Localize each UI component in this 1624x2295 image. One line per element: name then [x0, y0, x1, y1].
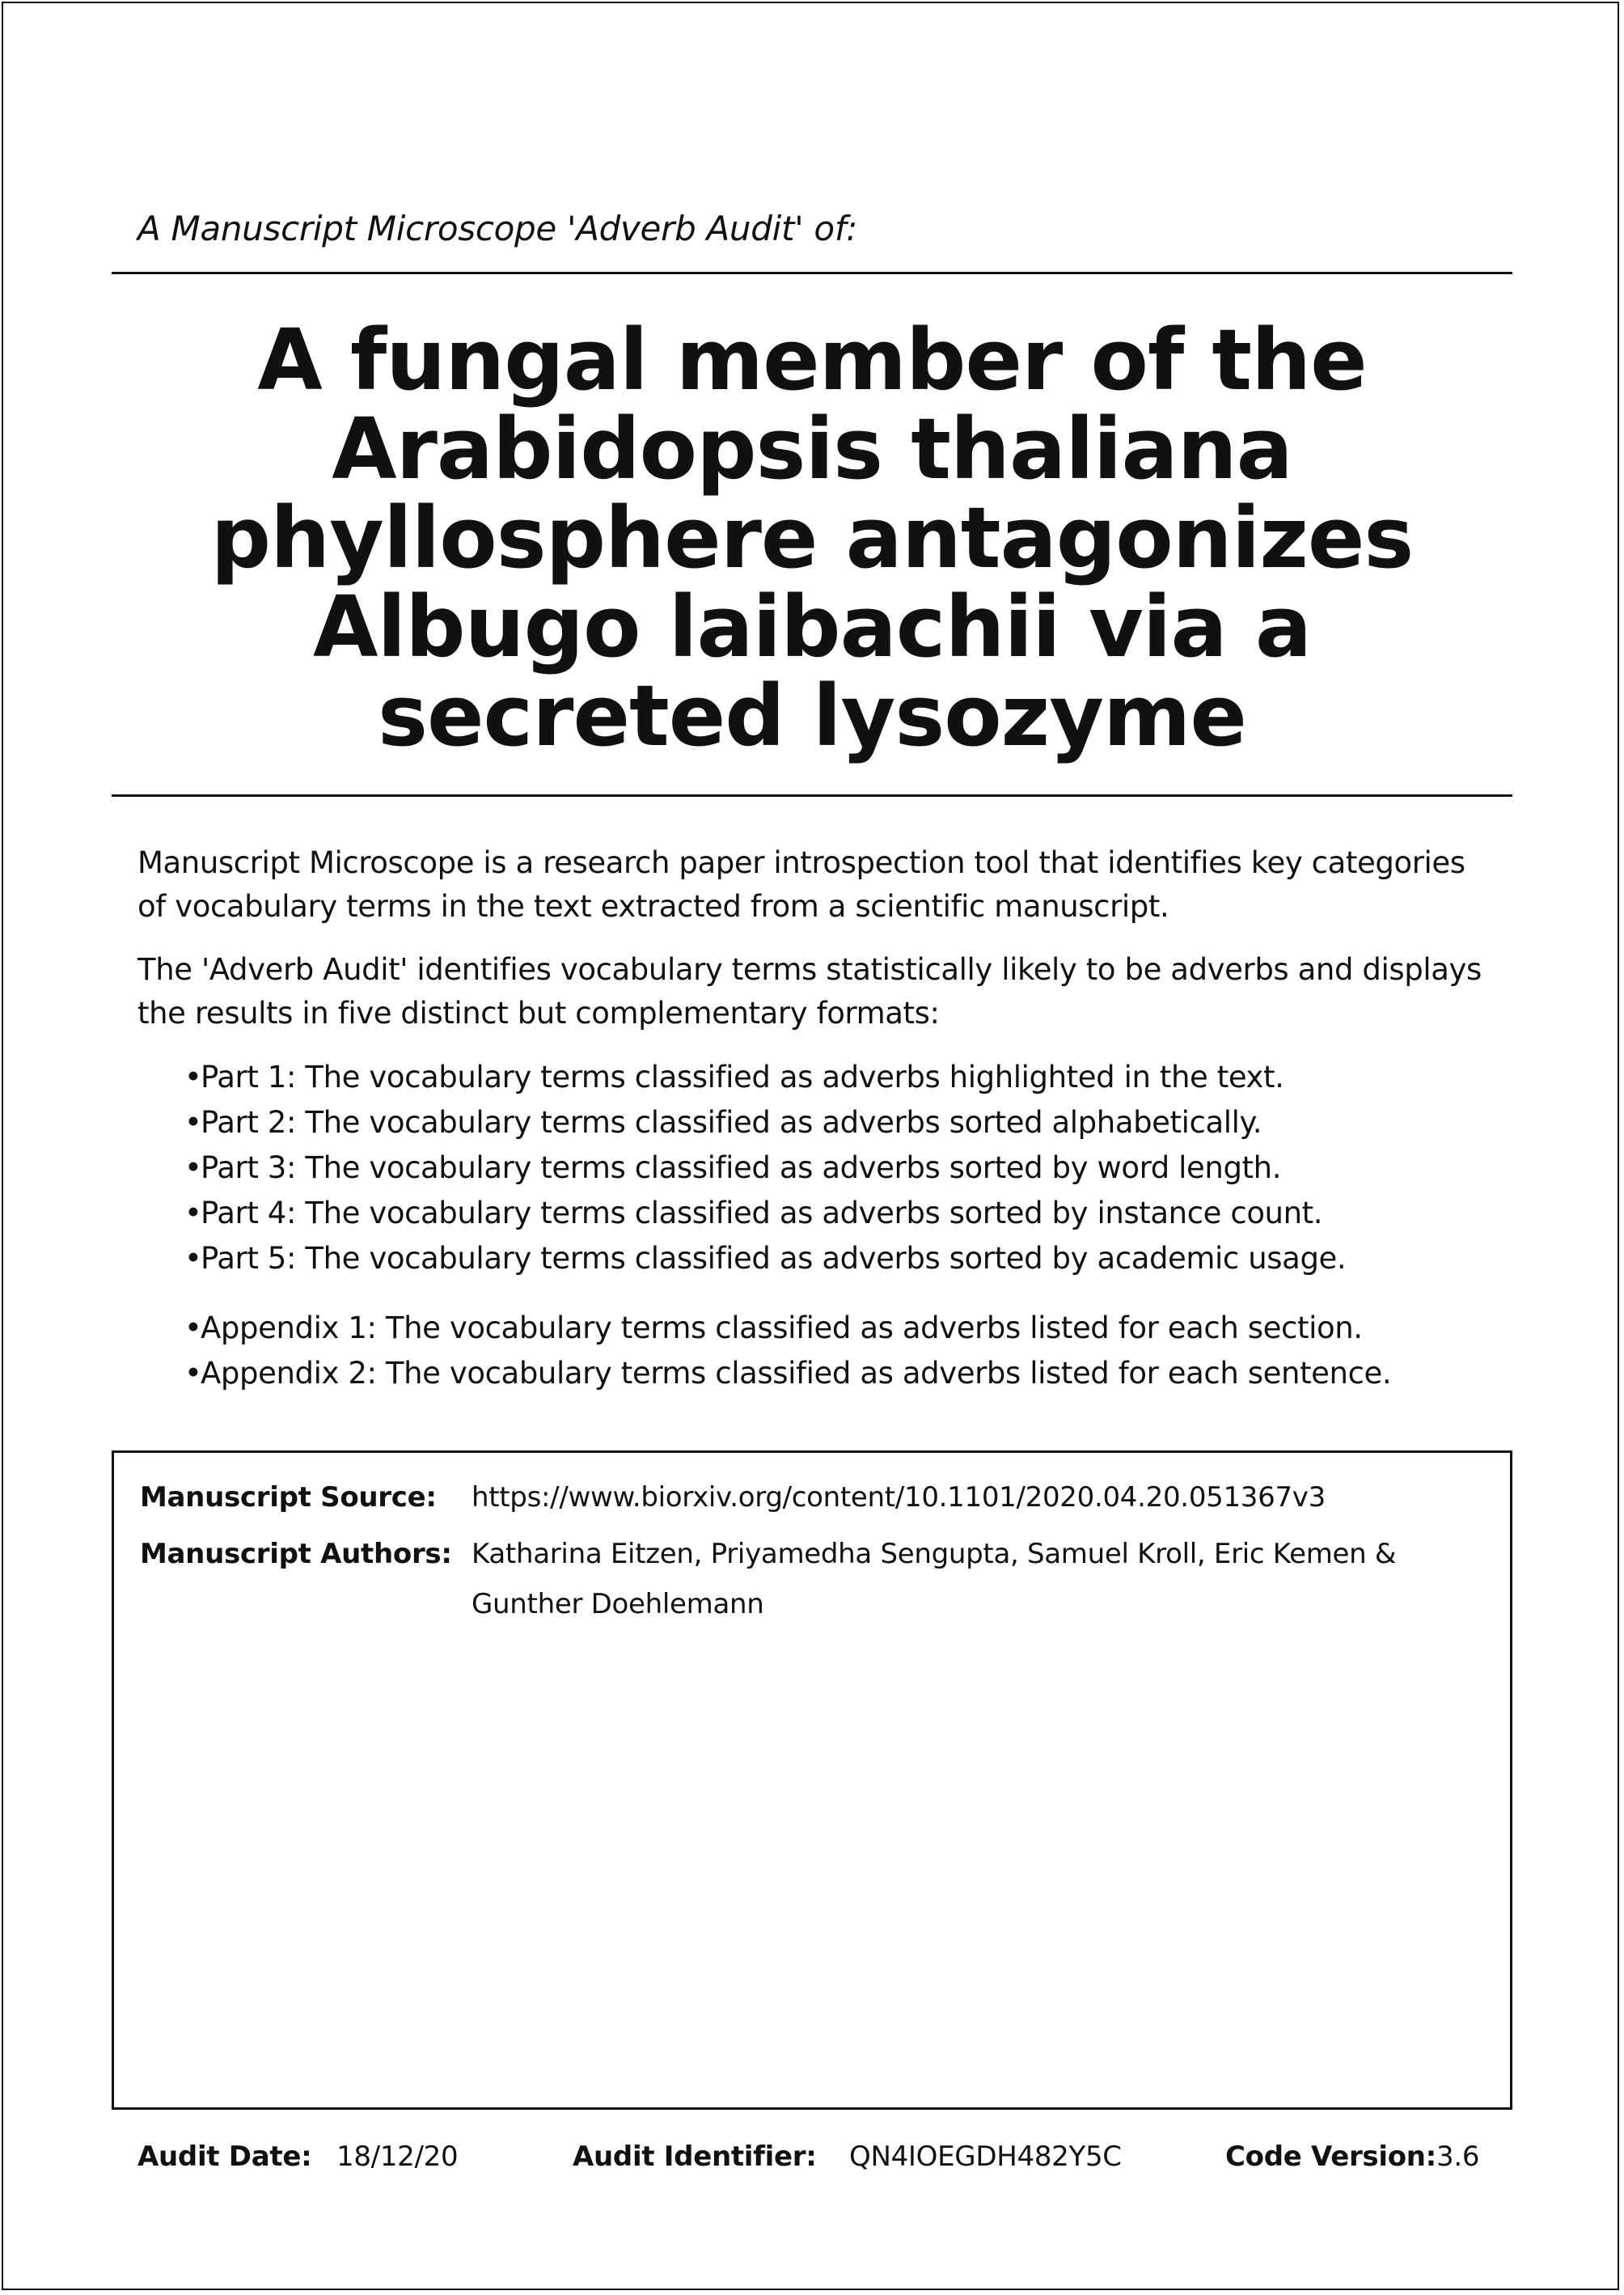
list-item: Appendix 1: The vocabulary terms classif… [184, 1306, 1496, 1351]
list-item: Appendix 2: The vocabulary terms classif… [184, 1351, 1496, 1396]
appendix-list: Appendix 1: The vocabulary terms classif… [184, 1306, 1496, 1396]
authors-label: Manuscript Authors: [140, 1538, 452, 1570]
title-divider [112, 794, 1512, 797]
source-label: Manuscript Source: [140, 1481, 437, 1514]
manuscript-info-box: Manuscript Source: https://www.biorxiv.o… [112, 1450, 1512, 2110]
intro-section: Manuscript Microscope is a research pape… [137, 841, 1496, 1396]
audit-id-label: Audit Identifier: [573, 2140, 817, 2173]
list-item: Part 3: The vocabulary terms classified … [184, 1145, 1496, 1191]
list-item: Part 2: The vocabulary terms classified … [184, 1100, 1496, 1145]
code-version-label: Code Version: [1225, 2140, 1436, 2173]
list-item: Part 4: The vocabulary terms classified … [184, 1191, 1496, 1236]
parts-list: Part 1: The vocabulary terms classified … [184, 1055, 1496, 1281]
audit-date-value: 18/12/20 [336, 2140, 459, 2173]
intro-paragraph: Manuscript Microscope is a research pape… [137, 845, 1465, 924]
top-divider [112, 272, 1512, 274]
authors-value: Katharina Eitzen, Priyamedha Sengupta, S… [472, 1538, 1397, 1620]
audit-date-label: Audit Date: [137, 2140, 312, 2173]
manuscript-title: A fungal member of the Arabidopsis thali… [210, 311, 1415, 765]
audit-id-value: QN4IOEGDH482Y5C [849, 2140, 1122, 2173]
source-url[interactable]: https://www.biorxiv.org/content/10.1101/… [472, 1472, 1474, 1522]
intro-paragraph: The 'Adverb Audit' identifies vocabulary… [137, 952, 1482, 1031]
list-item: Part 5: The vocabulary terms classified … [184, 1236, 1496, 1281]
code-version-value: 3.6 [1436, 2140, 1480, 2173]
list-item: Part 1: The vocabulary terms classified … [184, 1055, 1496, 1100]
audit-footer: Audit Date: 18/12/20 Audit Identifier: Q… [0, 2132, 1624, 2181]
audit-subtitle: A Manuscript Microscope 'Adverb Audit' o… [137, 209, 858, 248]
